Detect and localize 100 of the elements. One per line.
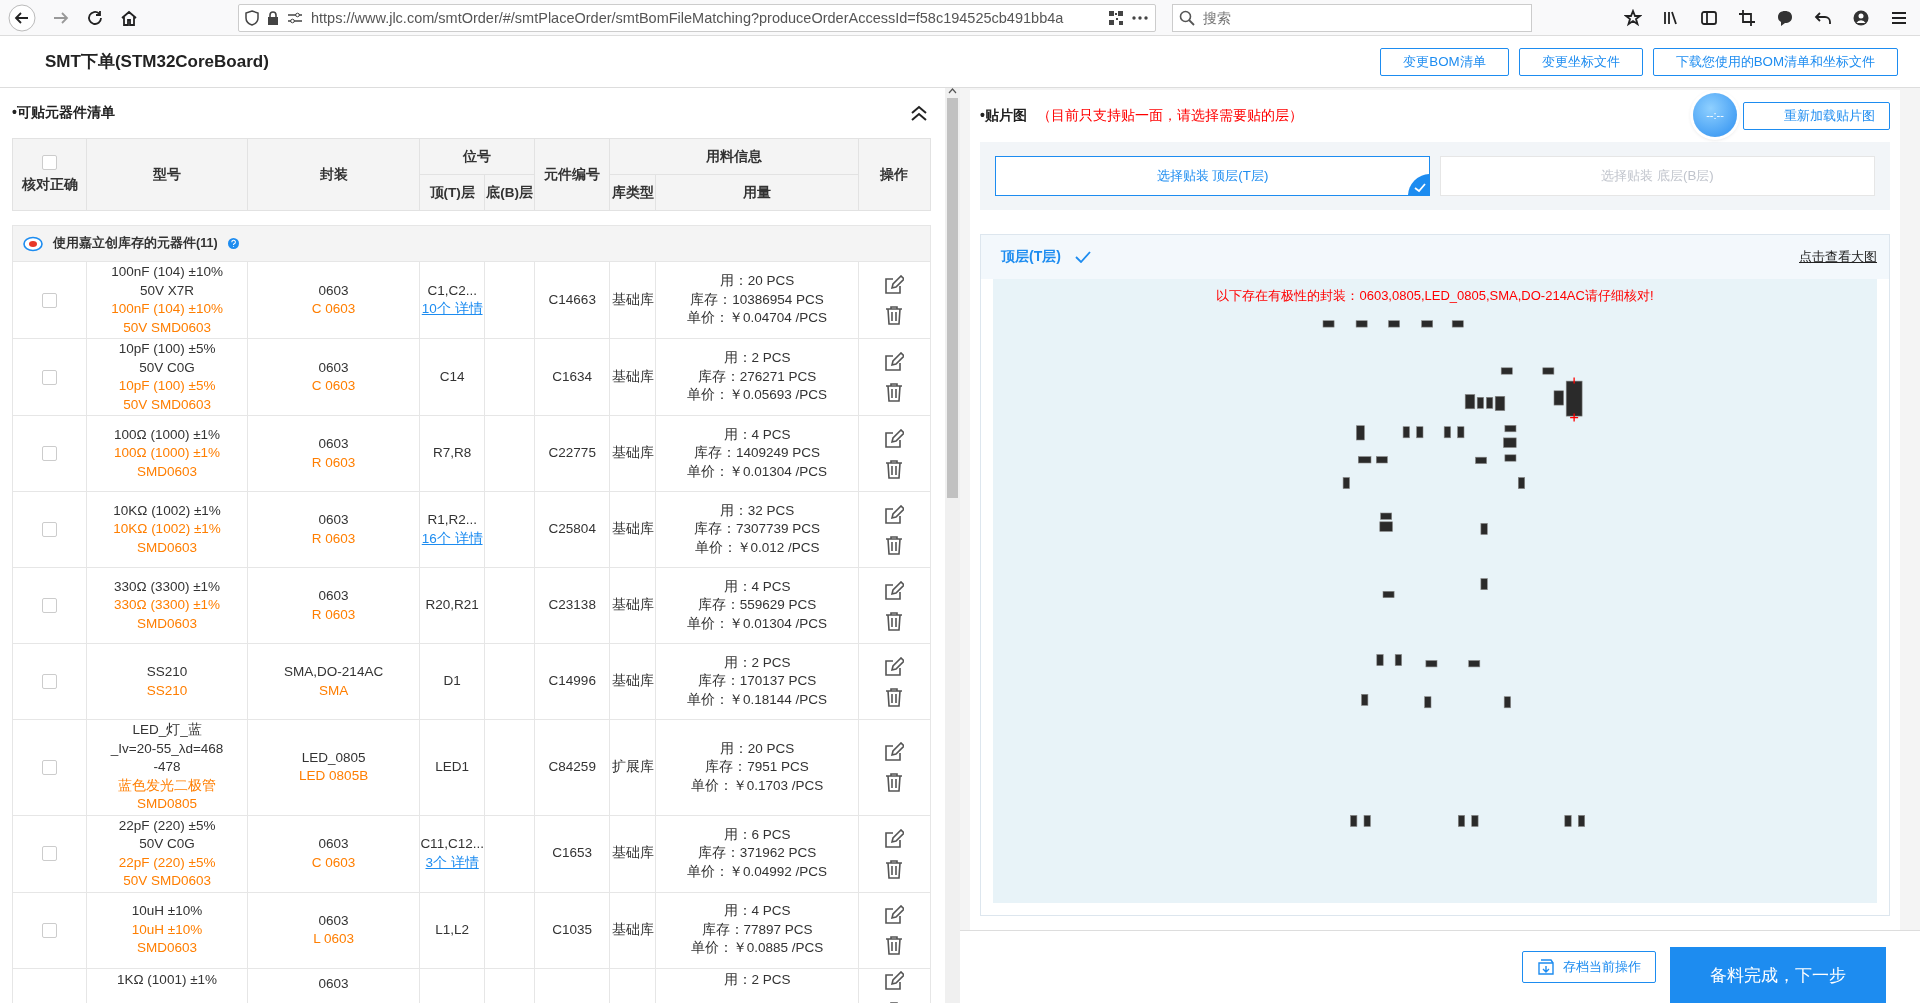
back-icon[interactable] (8, 4, 36, 32)
price-text: 单价：￥0.18144 /PCS (686, 690, 829, 709)
edit-icon[interactable] (884, 504, 905, 525)
header-button[interactable]: 变更BOM清单 (1380, 47, 1509, 76)
model-text: 1KΩ (1001) ±1% (116, 970, 219, 989)
scroll-up-icon[interactable] (948, 88, 957, 94)
model-text: 100Ω (1000) ±1% (113, 425, 222, 444)
search-field[interactable]: 搜索 (1172, 3, 1532, 32)
matched-model-text: SMD0603 (136, 538, 199, 557)
matched-model-text: SMD0805 (136, 795, 199, 813)
home-icon[interactable] (120, 9, 138, 27)
column-header: 底(B)层 (484, 174, 535, 211)
check-icon (1074, 251, 1091, 263)
edit-icon[interactable] (884, 656, 905, 677)
checkbox[interactable] (42, 446, 58, 462)
model-text: 50V C0G (138, 835, 196, 853)
matched-model-text: SMD0603 (136, 462, 199, 481)
more-icon[interactable] (1131, 14, 1149, 21)
trash-icon[interactable] (885, 858, 904, 879)
checkbox[interactable] (42, 846, 58, 862)
part-number: C1035 (551, 920, 594, 939)
trash-icon[interactable] (885, 686, 904, 707)
matched-package-text: C 0603 (310, 377, 357, 395)
details-link[interactable]: 10个 详情 (421, 301, 483, 316)
next-step-button[interactable]: 备料完成，下一步 (1670, 947, 1886, 1003)
archive-icon (1537, 958, 1555, 976)
library-type: 基础库 (610, 672, 655, 691)
matched-package-text: R 0603 (310, 605, 357, 624)
chat-bubble-icon[interactable] (1776, 8, 1794, 27)
checkbox[interactable] (42, 522, 58, 538)
help-icon[interactable] (227, 238, 239, 249)
package-text: 0603 (317, 358, 350, 377)
trash-icon[interactable] (885, 305, 904, 325)
save-button[interactable]: 存档当前操作 (1522, 951, 1656, 983)
account-icon[interactable] (1852, 8, 1870, 27)
price-text: 单价：￥0.0885 /PCS (689, 939, 825, 958)
checkbox[interactable] (42, 292, 58, 308)
trash-icon[interactable] (885, 534, 904, 555)
column-header: 位号 (419, 138, 535, 175)
header-button[interactable]: 下载您使用的BOM清单和坐标文件 (1652, 47, 1898, 76)
package-text: 0603 (317, 435, 350, 453)
matched-model-text: SS210 (145, 681, 189, 700)
part-number: C1653 (551, 844, 594, 863)
matched-package-text: SMA (318, 681, 350, 700)
edit-icon[interactable] (884, 742, 905, 763)
edit-icon[interactable] (884, 580, 905, 601)
library-type: 基础库 (610, 290, 655, 309)
edit-icon[interactable] (884, 970, 905, 991)
model-text: 50V X7R (139, 281, 196, 300)
trash-icon[interactable] (885, 458, 904, 479)
edit-icon[interactable] (884, 428, 905, 449)
edit-icon[interactable] (884, 828, 905, 849)
trash-icon[interactable] (885, 610, 904, 631)
usage-text: 用：4 PCS (722, 425, 792, 444)
checkbox[interactable] (42, 922, 58, 938)
stock-text: 库存：7951 PCS (704, 758, 810, 776)
trash-icon[interactable] (885, 935, 904, 955)
stock-text: 库存：559629 PCS (696, 596, 818, 615)
checkbox[interactable] (42, 369, 58, 385)
layer-tab[interactable]: 选择贴装 顶层(T层) (995, 156, 1430, 196)
checkbox[interactable] (42, 759, 58, 775)
column-header: 元件编号 (534, 138, 610, 211)
edit-icon[interactable] (884, 352, 905, 372)
bookmark-star-icon[interactable] (1624, 8, 1642, 27)
header-button[interactable]: 变更坐标文件 (1518, 47, 1643, 76)
column-header: 顶(T)层 (419, 174, 485, 211)
reload-button[interactable]: 重新加载贴片图 (1743, 102, 1890, 130)
scrollbar-thumb[interactable] (947, 98, 958, 498)
checkbox[interactable] (42, 598, 58, 614)
collapse-icon[interactable] (909, 104, 929, 122)
part-number: C14996 (547, 672, 597, 691)
trash-icon[interactable] (885, 772, 904, 793)
checkbox[interactable] (42, 674, 58, 690)
qr-code-icon[interactable] (1109, 10, 1123, 25)
details-link[interactable]: 16个 详情 (421, 530, 483, 546)
price-text: 单价：￥0.04704 /PCS (686, 309, 829, 328)
price-text: 单价：￥0.01304 /PCS (686, 462, 829, 481)
search-icon (1179, 9, 1195, 26)
usage-text: 用：2 PCS (722, 349, 792, 368)
package-text: LED_0805 (300, 748, 367, 767)
edit-icon[interactable] (884, 905, 905, 925)
lock-icon (267, 10, 279, 25)
crop-icon[interactable] (1738, 8, 1756, 27)
usage-text: 用：32 PCS (718, 501, 796, 520)
matched-model-text: 蓝色发光二极管 (117, 776, 218, 795)
usage-text: 用：20 PCS (718, 272, 796, 291)
view-large-link[interactable]: 点击查看大图 (1799, 248, 1877, 266)
details-link[interactable]: 3个 详情 (425, 854, 479, 870)
floating-widget[interactable]: --:-- (1693, 93, 1737, 137)
edit-icon[interactable] (884, 275, 905, 295)
sidebar-icon[interactable] (1700, 8, 1718, 27)
address-bar[interactable]: https://www.jlc.com/smtOrder/#/smtPlaceOrder/smtBomFileMatching?produceOrderAccessId=f58c194525cb491bb4a (238, 3, 1156, 32)
part-number: C84259 (547, 758, 597, 776)
trash-icon[interactable] (885, 382, 904, 402)
matched-model-text: SMD0603 (136, 614, 199, 633)
reload-icon[interactable] (86, 9, 104, 27)
package-text: 0603 (317, 511, 350, 529)
model-text: 10pF (100) ±5% (117, 340, 217, 358)
checkbox[interactable] (42, 155, 58, 170)
part-number: C23138 (547, 596, 597, 615)
